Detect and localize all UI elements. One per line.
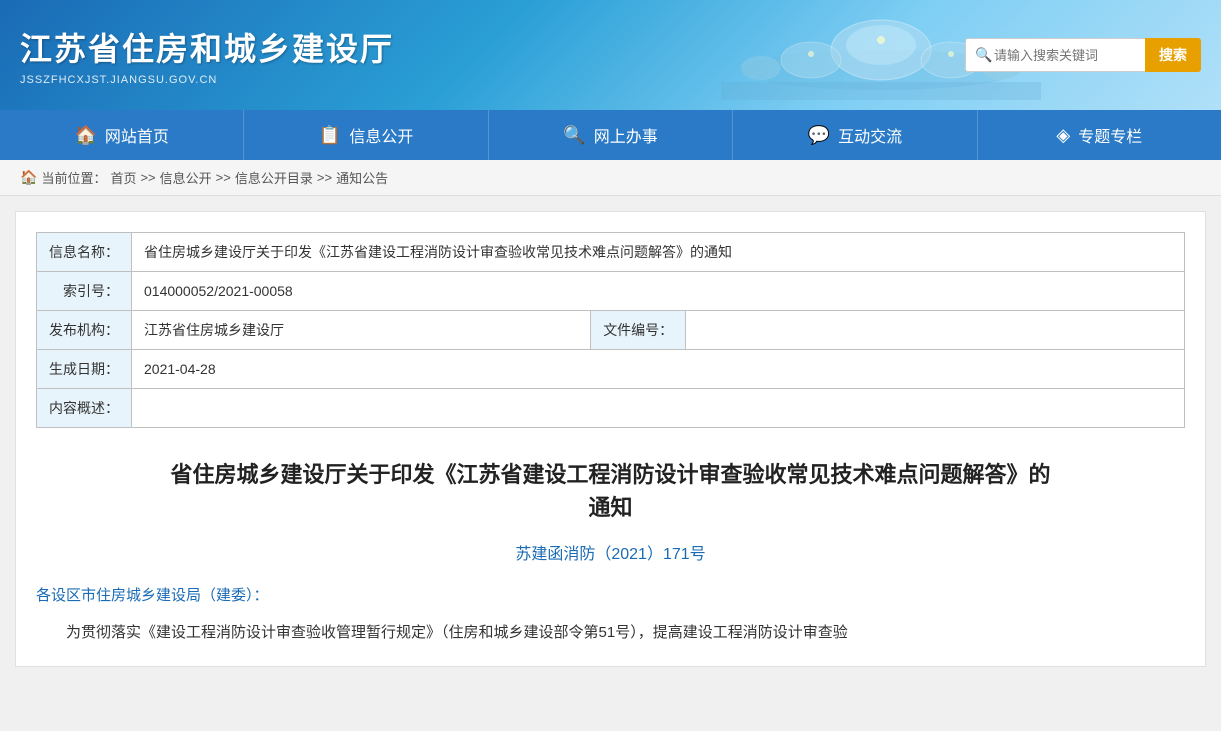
article-subtitle: 苏建函消防（2021）171号 bbox=[36, 540, 1185, 564]
nav-special[interactable]: ◈ 专题专栏 bbox=[978, 110, 1221, 160]
search-icon: 🔍 bbox=[975, 47, 992, 64]
table-value-fileno bbox=[686, 311, 1185, 350]
nav-interact-label: 互动交流 bbox=[838, 123, 902, 147]
nav-home-label: 网站首页 bbox=[105, 123, 169, 147]
page-header: 江苏省住房和城乡建设厅 JSSZFHCXJST.JIANGSU.GOV.CN 🔍 bbox=[0, 0, 1221, 110]
table-row-date: 生成日期： 2021-04-28 bbox=[37, 350, 1185, 389]
breadcrumb-separator2: >> bbox=[216, 170, 231, 185]
table-label-fileno: 文件编号： bbox=[591, 311, 686, 350]
info-icon: 📋 bbox=[319, 125, 341, 146]
breadcrumb-current-label: 当前位置： bbox=[41, 168, 106, 187]
nav-info[interactable]: 📋 信息公开 bbox=[244, 110, 488, 160]
table-label-title: 信息名称： bbox=[37, 233, 132, 272]
nav-online[interactable]: 🔍 网上办事 bbox=[489, 110, 733, 160]
table-value-org: 江苏省住房城乡建设厅 bbox=[132, 311, 591, 350]
info-table: 信息名称： 省住房城乡建设厅关于印发《江苏省建设工程消防设计审查验收常见技术难点… bbox=[36, 232, 1185, 428]
table-label-summary: 内容概述： bbox=[37, 389, 132, 428]
breadcrumb-notice-link[interactable]: 通知公告 bbox=[336, 168, 388, 187]
breadcrumb-separator: >> bbox=[140, 170, 155, 185]
table-row-summary: 内容概述： bbox=[37, 389, 1185, 428]
interact-icon: 💬 bbox=[808, 125, 830, 146]
main-navigation: 🏠 网站首页 📋 信息公开 🔍 网上办事 💬 互动交流 ◈ 专题专栏 bbox=[0, 110, 1221, 160]
table-label-index: 索引号： bbox=[37, 272, 132, 311]
breadcrumb-catalog-link[interactable]: 信息公开目录 bbox=[235, 168, 313, 187]
breadcrumb-home-icon: 🏠 bbox=[20, 169, 37, 186]
table-value-title: 省住房城乡建设厅关于印发《江苏省建设工程消防设计审查验收常见技术难点问题解答》的… bbox=[132, 233, 1185, 272]
table-row-index: 索引号： 014000052/2021-00058 bbox=[37, 272, 1185, 311]
site-title-cn: 江苏省住房和城乡建设厅 bbox=[20, 24, 394, 70]
header-building-image bbox=[394, 10, 1041, 100]
breadcrumb-home-link[interactable]: 首页 bbox=[110, 168, 136, 187]
table-value-date: 2021-04-28 bbox=[132, 350, 1185, 389]
article-body: 为贯彻落实《建设工程消防设计审查验收管理暂行规定》（住房和城乡建设部令第51号）… bbox=[36, 619, 1185, 646]
nav-online-label: 网上办事 bbox=[594, 123, 658, 147]
table-label-date: 生成日期： bbox=[37, 350, 132, 389]
article-title: 省住房城乡建设厅关于印发《江苏省建设工程消防设计审查验收常见技术难点问题解答》的… bbox=[36, 458, 1185, 524]
home-icon: 🏠 bbox=[74, 125, 96, 146]
special-icon: ◈ bbox=[1056, 125, 1070, 146]
nav-interact[interactable]: 💬 互动交流 bbox=[733, 110, 977, 160]
nav-special-label: 专题专栏 bbox=[1078, 123, 1142, 147]
table-row-title: 信息名称： 省住房城乡建设厅关于印发《江苏省建设工程消防设计审查验收常见技术难点… bbox=[37, 233, 1185, 272]
search-button[interactable]: 搜索 bbox=[1145, 38, 1201, 72]
table-row-org: 发布机构： 江苏省住房城乡建设厅 文件编号： bbox=[37, 311, 1185, 350]
site-logo: 江苏省住房和城乡建设厅 JSSZFHCXJST.JIANGSU.GOV.CN bbox=[20, 24, 394, 86]
site-title-en: JSSZFHCXJST.JIANGSU.GOV.CN bbox=[20, 74, 394, 86]
article-recipients: 各设区市住房城乡建设局（建委）： bbox=[36, 584, 1185, 605]
breadcrumb: 🏠 当前位置： 首页 >> 信息公开 >> 信息公开目录 >> 通知公告 bbox=[0, 160, 1221, 196]
table-value-summary bbox=[132, 389, 1185, 428]
online-icon: 🔍 bbox=[563, 125, 585, 146]
table-value-index: 014000052/2021-00058 bbox=[132, 272, 1185, 311]
nav-info-label: 信息公开 bbox=[349, 123, 413, 147]
search-form: 🔍 搜索 bbox=[965, 38, 1201, 72]
breadcrumb-info-link[interactable]: 信息公开 bbox=[160, 168, 212, 187]
main-content: 信息名称： 省住房城乡建设厅关于印发《江苏省建设工程消防设计审查验收常见技术难点… bbox=[15, 211, 1206, 667]
nav-home[interactable]: 🏠 网站首页 bbox=[0, 110, 244, 160]
table-label-org: 发布机构： bbox=[37, 311, 132, 350]
breadcrumb-separator3: >> bbox=[317, 170, 332, 185]
